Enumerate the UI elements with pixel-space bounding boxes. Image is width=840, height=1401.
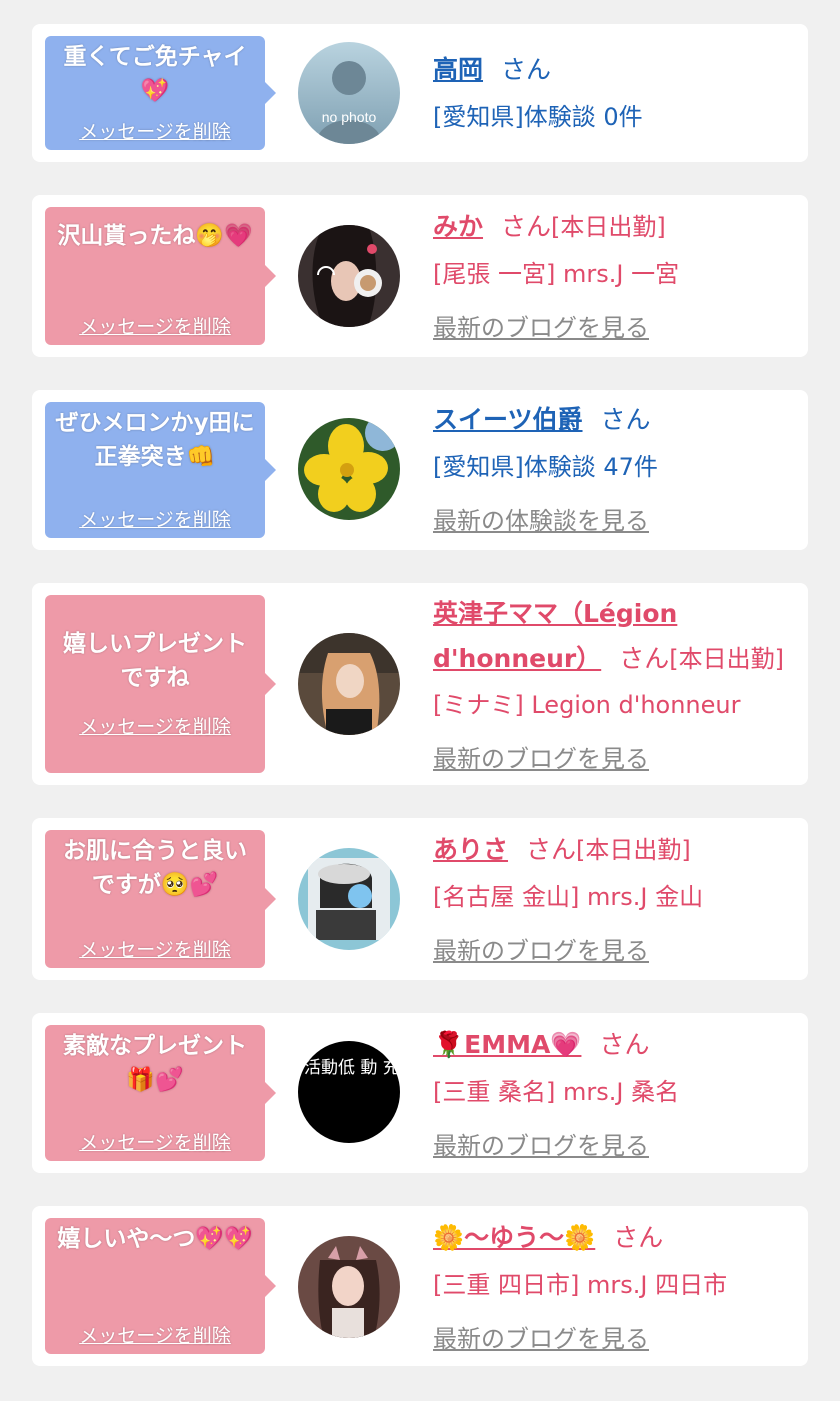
user-name-link[interactable]: 高岡: [433, 55, 483, 84]
message-text: ぜひメロンかy田に正拳突き👊: [55, 410, 255, 470]
avatar[interactable]: [298, 225, 400, 327]
user-detail: [名古屋 金山] mrs.J 金山: [433, 883, 704, 911]
user-name-link[interactable]: スイーツ伯爵: [433, 405, 583, 434]
message-card: 重くてご免チャイ💖 メッセージを削除 no photo 高岡 さん [愛知県]体験…: [32, 24, 808, 162]
honorific: さん: [600, 405, 651, 434]
user-info: 高岡 さん [愛知県]体験談 0件: [433, 48, 788, 139]
message-bubble: 素敵なプレゼント🎁💕 メッセージを削除: [45, 1025, 276, 1161]
delete-message-link[interactable]: メッセージを削除: [45, 712, 265, 739]
user-info: 🌼〜ゆう〜🌼 さん [三重 四日市] mrs.J 四日市 最新のブログを見る: [433, 1216, 788, 1361]
no-photo-avatar-icon: no photo: [298, 42, 400, 144]
user-info: スイーツ伯爵 さん [愛知県]体験談 47件 最新の体験談を見る: [433, 398, 788, 543]
message-bubble: 嬉しいプレゼントですね メッセージを削除: [45, 595, 276, 773]
latest-blog-link[interactable]: 最新のブログを見る: [433, 929, 788, 973]
message-bubble: 嬉しいや〜つ💖💖 メッセージを削除: [45, 1218, 276, 1354]
work-status: [本日出勤]: [551, 213, 666, 241]
profile-photo: [298, 225, 400, 327]
avatar-caption: 活動低 動 充 中。: [304, 1058, 400, 1078]
user-detail: [三重 桑名] mrs.J 桑名: [433, 1078, 680, 1106]
message-bubble: 沢山貰ったね🤭💗 メッセージを削除: [45, 207, 276, 345]
message-bubble: ぜひメロンかy田に正拳突き👊 メッセージを削除: [45, 402, 276, 538]
user-detail: [尾張 一宮] mrs.J 一宮: [433, 260, 680, 288]
delete-message-link[interactable]: メッセージを削除: [45, 505, 265, 532]
latest-blog-link[interactable]: 最新のブログを見る: [433, 737, 788, 781]
message-card: 素敵なプレゼント🎁💕 メッセージを削除 活動低 動 充 中。 🌹EMMA💗 さん …: [32, 1013, 808, 1173]
profile-photo: [298, 633, 400, 735]
profile-photo: [298, 418, 400, 520]
user-detail: [愛知県]体験談 0件: [433, 103, 643, 131]
honorific: さん: [501, 55, 552, 84]
user-name-link[interactable]: 🌼〜ゆう〜🌼: [433, 1223, 595, 1252]
message-text: 嬉しいプレゼントですね: [63, 631, 247, 691]
message-text: 重くてご免チャイ💖: [63, 44, 247, 104]
delete-message-link[interactable]: メッセージを削除: [45, 312, 265, 339]
user-name-link[interactable]: 🌹EMMA💗: [433, 1030, 581, 1059]
message-text: 嬉しいや〜つ💖💖: [57, 1226, 253, 1252]
avatar[interactable]: [298, 848, 400, 950]
message-bubble: お肌に合うと良いですが🥺💕 メッセージを削除: [45, 830, 276, 968]
profile-photo: 活動低 動 充 中。: [298, 1041, 400, 1143]
user-detail: [愛知県]体験談 47件: [433, 453, 658, 481]
profile-photo: [298, 848, 400, 950]
avatar[interactable]: [298, 1236, 400, 1338]
avatar-caption: no photo: [322, 109, 377, 125]
message-card: 嬉しいプレゼントですね メッセージを削除 英津子ママ（Légion d'honn…: [32, 583, 808, 785]
message-card: ぜひメロンかy田に正拳突き👊 メッセージを削除 スイーツ伯爵 さん [愛知県]体…: [32, 390, 808, 550]
user-info: 英津子ママ（Légion d'honneur） さん[本日出勤] [ミナミ] Le…: [433, 593, 788, 781]
message-text: 沢山貰ったね🤭💗: [57, 223, 253, 249]
message-bubble: 重くてご免チャイ💖 メッセージを削除: [45, 36, 276, 150]
honorific: さん: [619, 644, 670, 673]
latest-review-link[interactable]: 最新の体験談を見る: [433, 499, 788, 543]
honorific: さん: [613, 1223, 664, 1252]
honorific: さん: [526, 835, 577, 864]
user-info: 🌹EMMA💗 さん [三重 桑名] mrs.J 桑名 最新のブログを見る: [433, 1023, 788, 1168]
avatar[interactable]: [298, 418, 400, 520]
user-name-link[interactable]: みか: [433, 212, 483, 241]
delete-message-link[interactable]: メッセージを削除: [45, 1321, 265, 1348]
message-list: 重くてご免チャイ💖 メッセージを削除 no photo 高岡 さん [愛知県]体験…: [0, 0, 840, 1366]
message-card: お肌に合うと良いですが🥺💕 メッセージを削除 ありさ さん[本日出勤] [名古屋 …: [32, 818, 808, 980]
avatar[interactable]: [298, 633, 400, 735]
avatar[interactable]: 活動低 動 充 中。: [298, 1041, 400, 1143]
avatar[interactable]: no photo: [298, 42, 400, 144]
user-info: みか さん[本日出勤] [尾張 一宮] mrs.J 一宮 最新のブログを見る: [433, 205, 788, 350]
message-text: 素敵なプレゼント🎁💕: [63, 1033, 247, 1093]
delete-message-link[interactable]: メッセージを削除: [45, 1128, 265, 1155]
latest-blog-link[interactable]: 最新のブログを見る: [433, 306, 788, 350]
delete-message-link[interactable]: メッセージを削除: [45, 935, 265, 962]
work-status: [本日出勤]: [669, 645, 784, 673]
user-detail: [ミナミ] Legion d'honneur: [433, 691, 741, 719]
honorific: さん: [501, 212, 552, 241]
user-name-link[interactable]: ありさ: [433, 835, 508, 864]
work-status: [本日出勤]: [576, 836, 691, 864]
message-card: 沢山貰ったね🤭💗 メッセージを削除 みか さん[本日出勤] [尾張 一宮] mrs…: [32, 195, 808, 357]
latest-blog-link[interactable]: 最新のブログを見る: [433, 1317, 788, 1361]
message-card: 嬉しいや〜つ💖💖 メッセージを削除 🌼〜ゆう〜🌼 さん [三重 四日市] mrs.…: [32, 1206, 808, 1366]
user-detail: [三重 四日市] mrs.J 四日市: [433, 1271, 728, 1299]
user-info: ありさ さん[本日出勤] [名古屋 金山] mrs.J 金山 最新のブログを見る: [433, 828, 788, 973]
delete-message-link[interactable]: メッセージを削除: [45, 117, 265, 144]
message-text: お肌に合うと良いですが🥺💕: [63, 838, 247, 898]
honorific: さん: [599, 1030, 650, 1059]
latest-blog-link[interactable]: 最新のブログを見る: [433, 1124, 788, 1168]
profile-photo: [298, 1236, 400, 1338]
